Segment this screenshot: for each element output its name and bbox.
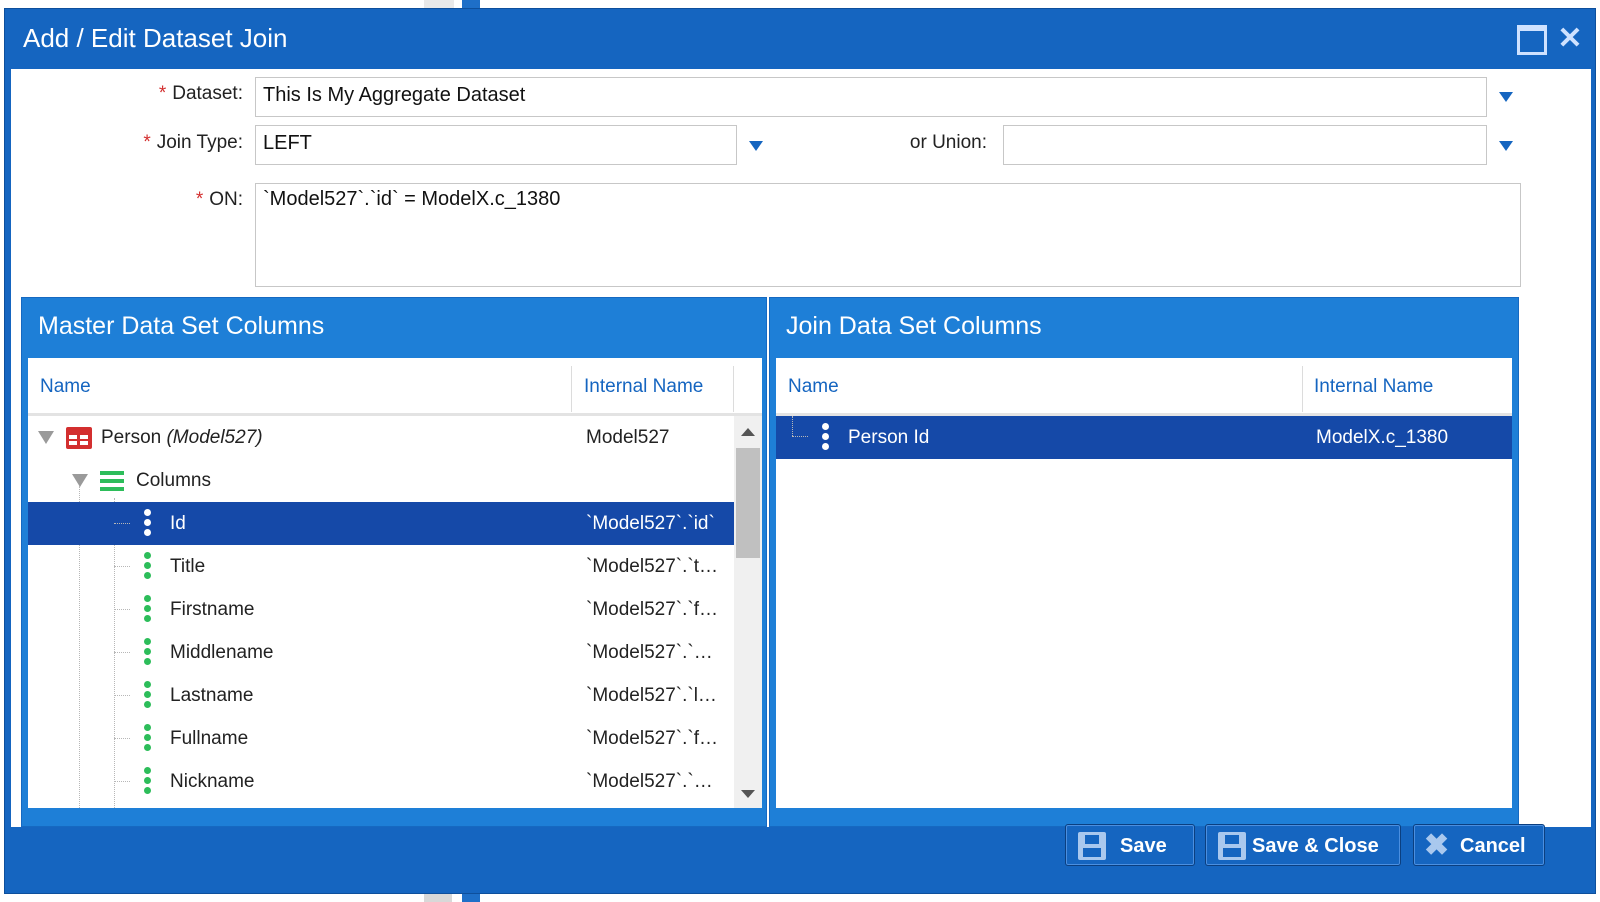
column-name: Nickname <box>170 771 255 792</box>
column-icon <box>144 724 152 752</box>
column-separator <box>1302 366 1303 412</box>
background-strip <box>424 894 452 902</box>
column-icon <box>144 767 152 795</box>
join-panel-title: Join Data Set Columns <box>786 312 1042 340</box>
tree-row-column[interactable]: Lastname `Model527`.`l… <box>28 674 734 717</box>
column-internal-name: `Model527`.`f… <box>586 599 718 620</box>
dialog-titlebar[interactable]: Add / Edit Dataset Join ✕ <box>5 9 1595 69</box>
scrollbar-thumb[interactable] <box>736 448 760 558</box>
join-row-column[interactable]: Person Id ModelX.c_1380 <box>776 416 1512 459</box>
cancel-button[interactable]: ✖ Cancel <box>1413 824 1545 866</box>
tree-row-column[interactable]: Title `Model527`.`t… <box>28 545 734 588</box>
scroll-up-arrow-icon[interactable] <box>741 428 755 436</box>
column-name: Title <box>170 556 206 577</box>
column-separator <box>571 366 572 412</box>
columns-group-label: Columns <box>136 470 211 491</box>
background-bar <box>462 0 480 8</box>
column-name: Id <box>170 513 186 534</box>
dialog-content: * Dataset: This Is My Aggregate Dataset *… <box>11 69 1591 827</box>
join-type-label: * Join Type: <box>143 132 243 153</box>
maximize-icon[interactable] <box>1517 25 1547 55</box>
union-select[interactable] <box>1003 125 1487 165</box>
union-label: or Union: <box>909 132 987 153</box>
join-type-select[interactable]: LEFT <box>255 125 737 165</box>
master-tree-grid: Name Internal Name Person (Model527) Mod… <box>28 358 762 808</box>
master-column-header: Name Internal Name <box>28 358 762 416</box>
tree-row-column[interactable]: Firstname `Model527`.`f… <box>28 588 734 631</box>
column-name: Firstname <box>170 599 255 620</box>
close-icon[interactable]: ✕ <box>1555 24 1585 55</box>
column-internal-name: `Model527`.`f… <box>586 728 718 749</box>
collapse-triangle-icon[interactable] <box>72 474 88 487</box>
join-column-header: Name Internal Name <box>776 358 1512 416</box>
tree-row-columns[interactable]: Columns <box>28 459 734 502</box>
column-icon <box>144 638 152 666</box>
collapse-triangle-icon[interactable] <box>38 431 54 444</box>
column-icon <box>144 552 152 580</box>
vertical-scrollbar[interactable] <box>734 416 762 808</box>
on-expression-textarea[interactable]: `Model527`.`id` = ModelX.c_1380 <box>255 183 1521 287</box>
dialog-title: Add / Edit Dataset Join <box>23 23 288 53</box>
table-icon <box>66 427 92 449</box>
floppy-disk-icon <box>1218 832 1246 860</box>
column-internal-name: `Model527`.`… <box>586 642 713 663</box>
join-internal-column-header[interactable]: Internal Name <box>1314 376 1433 398</box>
join-type-dropdown-arrow-icon[interactable] <box>749 141 763 151</box>
background-bar <box>462 894 480 902</box>
column-internal-name: ModelX.c_1380 <box>1316 427 1449 448</box>
union-dropdown-arrow-icon[interactable] <box>1499 141 1513 151</box>
master-columns-panel: Master Data Set Columns Name Internal Na… <box>21 297 767 827</box>
column-name: Fullname <box>170 728 249 749</box>
tree-row-column[interactable]: Id `Model527`.`id` <box>28 502 734 545</box>
join-name-column-header[interactable]: Name <box>788 376 839 398</box>
tree-row-person[interactable]: Person (Model527) Model527 <box>28 416 734 459</box>
floppy-disk-icon <box>1078 832 1106 860</box>
dataset-join-dialog: Add / Edit Dataset Join ✕ * Dataset: This… <box>4 8 1596 894</box>
column-separator <box>733 366 734 412</box>
master-internal-column-header[interactable]: Internal Name <box>584 376 703 398</box>
column-icon <box>144 681 152 709</box>
dataset-select[interactable]: This Is My Aggregate Dataset <box>255 77 1487 117</box>
save-and-close-button[interactable]: Save & Close <box>1205 824 1401 866</box>
dataset-dropdown-arrow-icon[interactable] <box>1499 92 1513 102</box>
column-name: Person Id <box>848 427 930 448</box>
column-internal-name: `Model527`.`id` <box>586 513 715 534</box>
column-internal-name: `Model527`.`l… <box>586 685 717 706</box>
join-columns-panel: Join Data Set Columns Name Internal Name… <box>769 297 1519 827</box>
person-name: Person <box>101 427 167 448</box>
save-button[interactable]: Save <box>1065 824 1195 866</box>
column-icon <box>144 595 152 623</box>
master-panel-title: Master Data Set Columns <box>38 312 325 340</box>
tree-row-column[interactable]: Fullname `Model527`.`f… <box>28 717 734 760</box>
master-name-column-header[interactable]: Name <box>40 376 91 398</box>
scroll-down-arrow-icon[interactable] <box>741 790 755 798</box>
column-internal-name: `Model527`.`t… <box>586 556 718 577</box>
column-icon <box>822 423 830 451</box>
cancel-x-icon: ✖ <box>1424 829 1450 862</box>
column-icon <box>144 509 152 537</box>
column-internal-name: `Model527`.`… <box>586 771 713 792</box>
person-internal-name: Model527 <box>586 427 670 448</box>
list-icon <box>100 471 124 491</box>
person-model: (Model527) <box>166 427 263 448</box>
background-strip <box>424 0 454 8</box>
tree-row-column[interactable]: Middlename `Model527`.`… <box>28 631 734 674</box>
dataset-label: * Dataset: <box>158 83 243 104</box>
column-name: Middlename <box>170 642 274 663</box>
column-name: Lastname <box>170 685 254 706</box>
tree-row-column[interactable]: Nickname `Model527`.`… <box>28 760 734 803</box>
on-label: * ON: <box>195 189 243 210</box>
join-tree-grid: Name Internal Name Person Id ModelX.c_13… <box>776 358 1512 808</box>
